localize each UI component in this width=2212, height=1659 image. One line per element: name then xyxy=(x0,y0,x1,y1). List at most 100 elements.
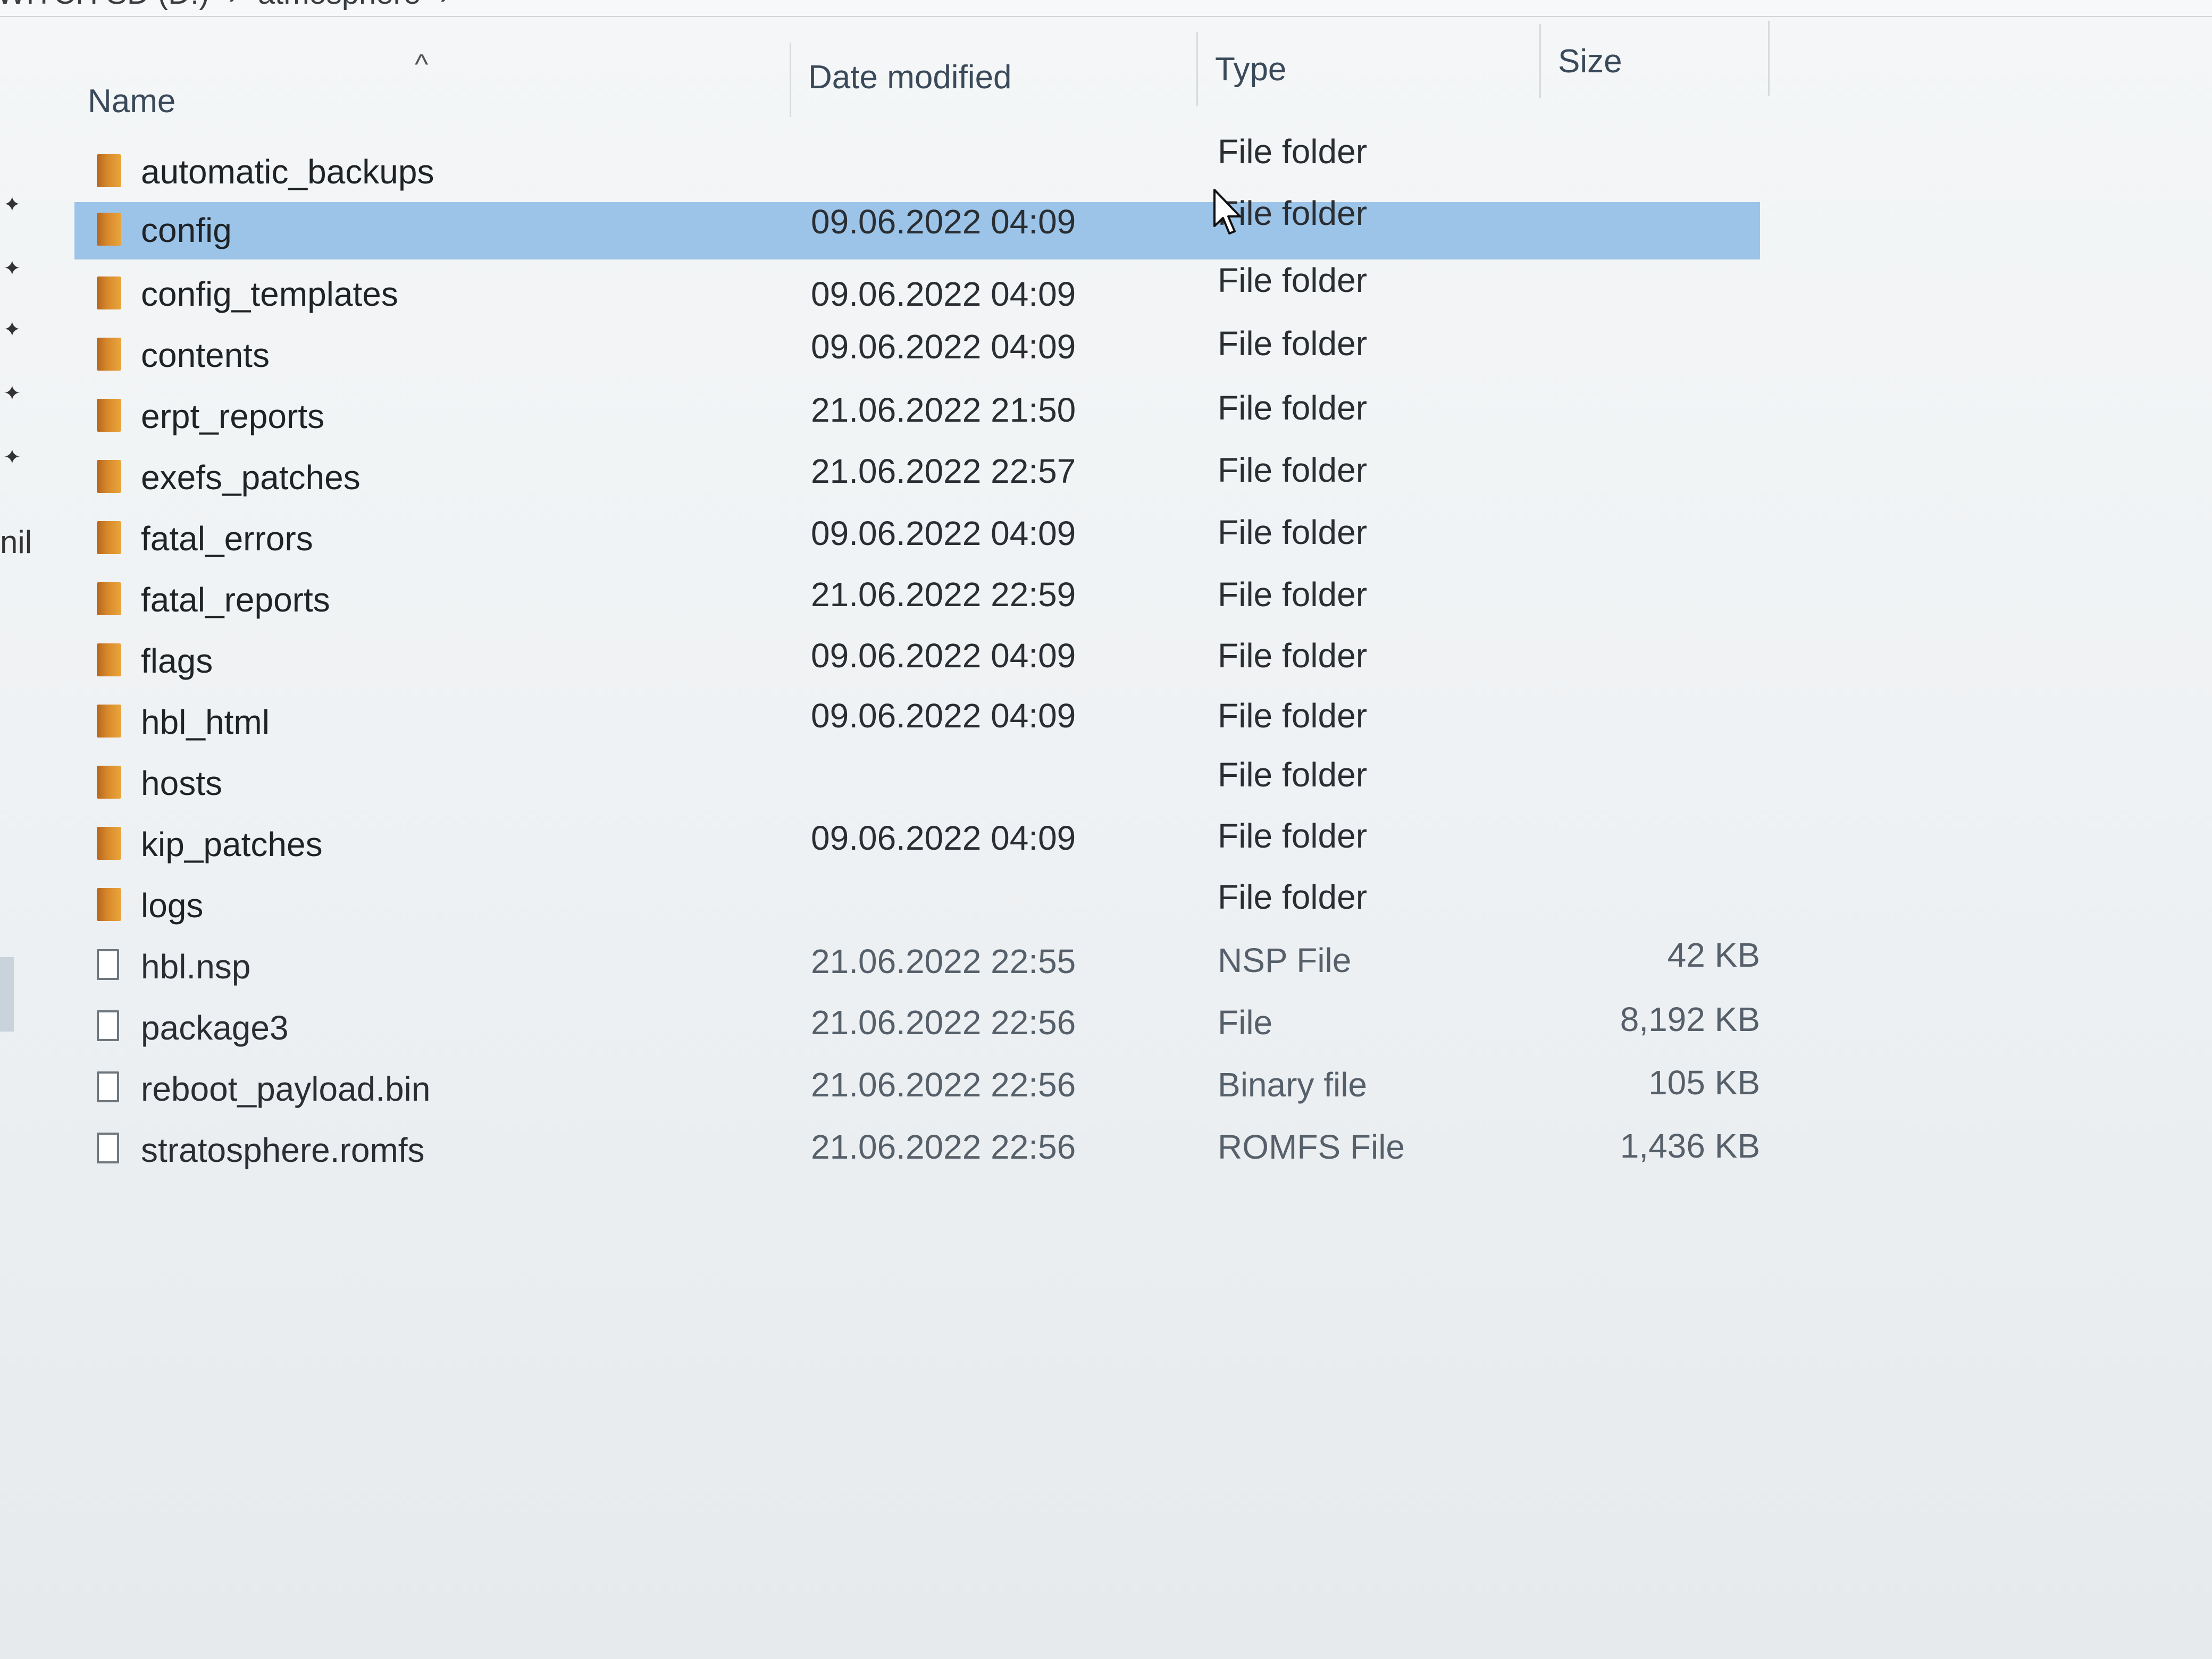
item-date: 21.06.2022 22:56 xyxy=(811,1128,1076,1166)
item-type: File folder xyxy=(1218,756,1367,794)
item-type: NSP File xyxy=(1218,941,1352,979)
item-date: 09.06.2022 04:09 xyxy=(811,514,1076,552)
item-date: 09.06.2022 04:09 xyxy=(811,275,1076,313)
column-header-size[interactable]: Size xyxy=(1558,43,1622,80)
folder-icon xyxy=(97,399,121,432)
item-name: hosts xyxy=(141,764,222,802)
folder-icon xyxy=(97,154,121,187)
file-icon xyxy=(97,1133,119,1163)
list-item[interactable]: fatal_reports 21.06.2022 22:59 File fold… xyxy=(74,572,1776,630)
list-item[interactable]: exefs_patches 21.06.2022 22:57 File fold… xyxy=(74,449,1776,508)
column-header-date[interactable]: Date modified xyxy=(808,58,1012,96)
file-icon xyxy=(97,949,119,980)
list-item[interactable]: logs File folder xyxy=(74,877,1776,936)
folder-icon xyxy=(97,582,121,615)
item-name: reboot_payload.bin xyxy=(141,1070,431,1108)
item-type: Binary file xyxy=(1218,1066,1367,1104)
item-type: File folder xyxy=(1218,324,1367,363)
nav-item-partial[interactable]: nil xyxy=(0,524,32,560)
item-name: hbl.nsp xyxy=(141,948,251,986)
pin-icon[interactable]: ✦ xyxy=(3,258,21,279)
column-header-type[interactable]: Type xyxy=(1215,51,1286,88)
list-item[interactable]: reboot_payload.bin 21.06.2022 22:56 Bina… xyxy=(74,1061,1776,1119)
breadcrumb-drive[interactable]: WITCH SD (D:) xyxy=(0,0,210,11)
item-name: hbl_html xyxy=(141,703,270,741)
item-name: contents xyxy=(141,336,270,374)
item-type: File folder xyxy=(1218,389,1367,427)
item-type: File folder xyxy=(1218,513,1367,551)
column-header-name[interactable]: Name xyxy=(88,82,175,120)
folder-icon xyxy=(97,276,121,309)
list-item-selected[interactable]: config 09.06.2022 04:09 File folder xyxy=(74,194,1776,261)
file-explorer-window: WITCH SD (D:)›atmosphere› ✦ ✦ ✦ ✦ ✦ nil … xyxy=(0,0,2212,1659)
list-item[interactable]: package3 21.06.2022 22:56 File 8,192 KB xyxy=(74,1000,1776,1058)
folder-icon xyxy=(97,766,121,799)
item-name: package3 xyxy=(141,1009,289,1047)
item-type: File folder xyxy=(1218,575,1367,614)
folder-icon xyxy=(97,643,121,676)
folder-icon xyxy=(97,888,121,921)
item-name: config xyxy=(141,211,232,249)
file-icon xyxy=(97,1010,119,1041)
item-name: automatic_backups xyxy=(141,153,434,191)
breadcrumb[interactable]: WITCH SD (D:) › atmosphere › xyxy=(0,0,469,11)
item-size: 1,436 KB xyxy=(1620,1127,1760,1165)
item-size: 105 KB xyxy=(1648,1063,1760,1102)
list-item[interactable]: contents 09.06.2022 04:09 File folder xyxy=(74,324,1776,386)
column-divider[interactable] xyxy=(1196,32,1198,106)
item-name: flags xyxy=(141,642,213,680)
item-date: 09.06.2022 04:09 xyxy=(811,328,1076,366)
item-date: 21.06.2022 22:57 xyxy=(811,452,1076,490)
pin-icon[interactable]: ✦ xyxy=(3,383,21,404)
nav-scrollbar[interactable] xyxy=(0,957,14,1032)
item-type: File folder xyxy=(1218,817,1367,855)
folder-icon xyxy=(97,827,121,860)
column-divider[interactable] xyxy=(790,43,791,117)
item-date: 21.06.2022 22:59 xyxy=(811,575,1076,614)
item-name: logs xyxy=(141,886,204,925)
list-item[interactable]: hbl_html 09.06.2022 04:09 File folder xyxy=(74,694,1776,752)
breadcrumb-folder[interactable]: atmosphere xyxy=(258,0,421,11)
column-divider[interactable] xyxy=(1539,24,1541,98)
pin-icon[interactable]: ✦ xyxy=(3,319,21,340)
sort-ascending-icon: ^ xyxy=(415,48,429,80)
list-item[interactable]: erpt_reports 21.06.2022 21:50 File folde… xyxy=(74,388,1776,447)
item-type: File folder xyxy=(1218,697,1367,735)
item-date: 21.06.2022 22:56 xyxy=(811,1003,1076,1042)
list-item[interactable]: hbl.nsp 21.06.2022 22:55 NSP File 42 KB xyxy=(74,936,1776,997)
pin-icon[interactable]: ✦ xyxy=(3,447,21,468)
list-item[interactable]: stratosphere.romfs 21.06.2022 22:56 ROMF… xyxy=(74,1122,1776,1180)
item-size: 42 KB xyxy=(1667,936,1760,974)
list-item[interactable]: fatal_errors 09.06.2022 04:09 File folde… xyxy=(74,510,1776,569)
list-item[interactable]: hosts File folder xyxy=(74,755,1776,814)
item-size: 8,192 KB xyxy=(1620,1000,1760,1038)
folder-icon xyxy=(97,338,121,371)
item-type: File folder xyxy=(1218,261,1367,299)
breadcrumb-chevron[interactable]: › xyxy=(440,0,450,11)
list-item[interactable]: flags 09.06.2022 04:09 File folder xyxy=(74,633,1776,691)
item-type: File folder xyxy=(1218,878,1367,916)
folder-icon xyxy=(97,460,121,493)
item-name: exefs_patches xyxy=(141,458,361,497)
item-name: kip_patches xyxy=(141,825,323,864)
item-date: 21.06.2022 21:50 xyxy=(811,391,1076,429)
list-item[interactable]: automatic_backups File folder xyxy=(74,132,1776,202)
folder-icon xyxy=(97,705,121,738)
item-name: fatal_errors xyxy=(141,520,313,558)
file-icon xyxy=(97,1071,119,1102)
item-date: 09.06.2022 04:09 xyxy=(811,697,1076,735)
folder-icon xyxy=(97,521,121,554)
mouse-cursor-icon xyxy=(1213,189,1241,234)
item-type: File folder xyxy=(1218,451,1367,489)
item-type: File folder xyxy=(1218,132,1367,171)
item-type: File xyxy=(1218,1003,1273,1042)
item-type: File folder xyxy=(1218,636,1367,675)
column-divider[interactable] xyxy=(1768,21,1770,96)
folder-icon xyxy=(97,213,121,246)
pin-icon[interactable]: ✦ xyxy=(3,194,21,215)
list-item[interactable]: kip_patches 09.06.2022 04:09 File folder xyxy=(74,816,1776,875)
item-date: 09.06.2022 04:09 xyxy=(811,819,1076,857)
list-item[interactable]: config_templates 09.06.2022 04:09 File f… xyxy=(74,261,1776,324)
item-name: config_templates xyxy=(141,275,398,313)
item-type: ROMFS File xyxy=(1218,1128,1405,1166)
